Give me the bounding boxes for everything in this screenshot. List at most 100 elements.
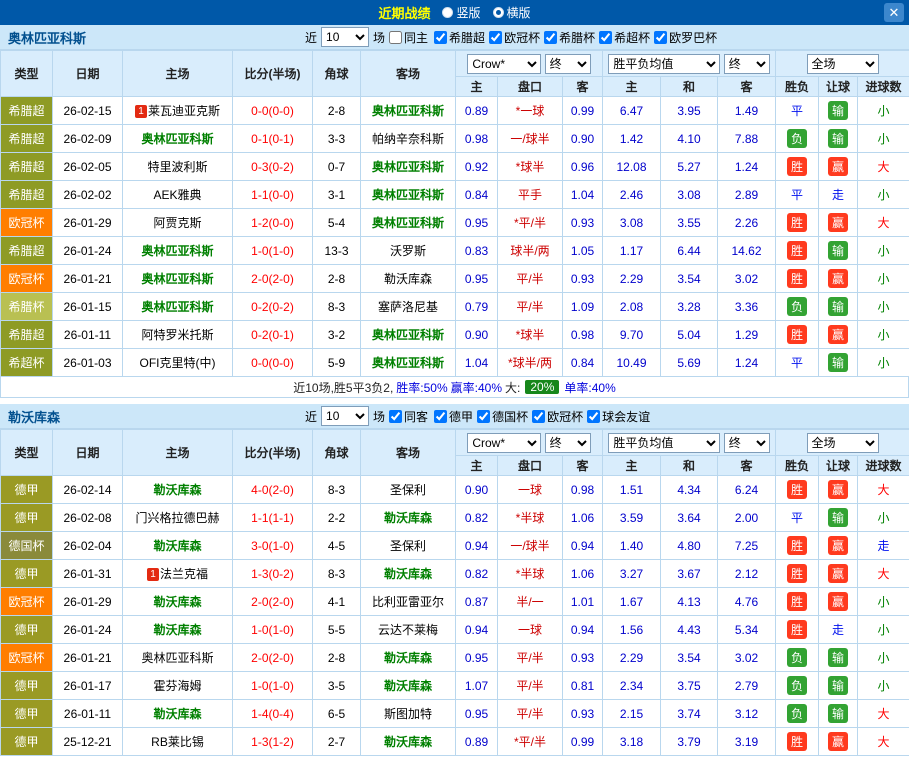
home-team-name[interactable]: OFI克里特(中) bbox=[140, 356, 216, 370]
recent-count-select[interactable]: 10 bbox=[321, 406, 369, 426]
league-filter[interactable]: 希腊杯 bbox=[544, 29, 595, 46]
games-label: 场 bbox=[373, 29, 385, 46]
league-filter-checkbox[interactable] bbox=[434, 410, 447, 423]
same-side-checkbox[interactable] bbox=[389, 410, 402, 423]
asian-away-odds: 0.94 bbox=[563, 532, 603, 560]
away-team-name[interactable]: 圣保利 bbox=[390, 483, 426, 497]
away-team-name[interactable]: 勒沃库森 bbox=[384, 651, 432, 665]
league-filter[interactable]: 希腊超 bbox=[434, 29, 485, 46]
match-row: 希腊超 26-02-05 特里波利斯 0-3(0-2) 0-7 奥林匹亚科斯 0… bbox=[1, 153, 909, 181]
league-filter[interactable]: 德甲 bbox=[434, 408, 473, 425]
goals-cell: 小 bbox=[858, 504, 909, 532]
away-team-name[interactable]: 勒沃库森 bbox=[384, 272, 432, 286]
europe-odds-select[interactable]: 胜平负均值 bbox=[608, 54, 720, 74]
home-team-name[interactable]: AEK雅典 bbox=[153, 188, 201, 202]
col-score: 比分(半场) bbox=[233, 430, 313, 476]
away-team-name[interactable]: 奥林匹亚科斯 bbox=[372, 328, 444, 342]
goals-tag: 小 bbox=[878, 300, 890, 314]
home-team-name[interactable]: 莱瓦迪亚克斯 bbox=[148, 104, 220, 118]
league-filter-checkbox[interactable] bbox=[477, 410, 490, 423]
away-team-name[interactable]: 圣保利 bbox=[390, 539, 426, 553]
asian-home-odds: 1.04 bbox=[456, 349, 498, 377]
away-team-name[interactable]: 奥林匹亚科斯 bbox=[372, 188, 444, 202]
match-row: 欧冠杯 26-01-29 勒沃库森 2-0(2-0) 4-1 比利亚雷亚尔 0.… bbox=[1, 588, 909, 616]
league-filter[interactable]: 希超杯 bbox=[599, 29, 650, 46]
away-team-name[interactable]: 勒沃库森 bbox=[384, 735, 432, 749]
away-team-name[interactable]: 勒沃库森 bbox=[384, 511, 432, 525]
scope-select[interactable]: 全场 bbox=[807, 54, 879, 74]
league-filter[interactable]: 球会友谊 bbox=[587, 408, 650, 425]
asian-away-odds: 0.99 bbox=[563, 728, 603, 756]
away-team-name[interactable]: 云达不莱梅 bbox=[378, 623, 438, 637]
recent-count-select[interactable]: 10 bbox=[321, 27, 369, 47]
away-team-name[interactable]: 塞萨洛尼基 bbox=[378, 300, 438, 314]
europe-time-select[interactable]: 终 bbox=[724, 433, 770, 453]
handicap-result-tag: 输 bbox=[828, 704, 848, 723]
league-filter[interactable]: 欧冠杯 bbox=[532, 408, 583, 425]
home-team-name[interactable]: 勒沃库森 bbox=[153, 623, 201, 637]
layout-radio-vertical[interactable]: 竖版 bbox=[442, 4, 480, 21]
home-team-name[interactable]: 霍芬海姆 bbox=[153, 679, 201, 693]
corner-score: 0-7 bbox=[313, 153, 361, 181]
away-team-cell: 沃罗斯 bbox=[361, 237, 456, 265]
league-filter-checkbox[interactable] bbox=[489, 31, 502, 44]
home-team-name[interactable]: 奥林匹亚科斯 bbox=[141, 132, 213, 146]
away-team-name[interactable]: 奥林匹亚科斯 bbox=[372, 160, 444, 174]
league-filter[interactable]: 欧冠杯 bbox=[489, 29, 540, 46]
handicap-result-tag: 赢 bbox=[828, 480, 848, 499]
away-team-name[interactable]: 帕纳辛奈科斯 bbox=[372, 132, 444, 146]
home-team-cell: 特里波利斯 bbox=[123, 153, 233, 181]
home-team-name[interactable]: 门兴格拉德巴赫 bbox=[135, 511, 219, 525]
away-team-name[interactable]: 沃罗斯 bbox=[390, 244, 426, 258]
league-filter-checkbox[interactable] bbox=[434, 31, 447, 44]
same-side-filter[interactable]: 同客 bbox=[389, 408, 428, 425]
odds-company-select[interactable]: Crow* bbox=[467, 54, 541, 74]
home-team-name[interactable]: 奥林匹亚科斯 bbox=[141, 244, 213, 258]
away-team-name[interactable]: 奥林匹亚科斯 bbox=[372, 104, 444, 118]
europe-time-select[interactable]: 终 bbox=[724, 54, 770, 74]
league-filter-checkbox[interactable] bbox=[544, 31, 557, 44]
asian-home-odds: 0.98 bbox=[456, 125, 498, 153]
away-team-name[interactable]: 勒沃库森 bbox=[384, 679, 432, 693]
away-team-name[interactable]: 奥林匹亚科斯 bbox=[372, 216, 444, 230]
home-team-name[interactable]: 阿贾克斯 bbox=[153, 216, 201, 230]
home-team-name[interactable]: 勒沃库森 bbox=[153, 539, 201, 553]
scope-select[interactable]: 全场 bbox=[807, 433, 879, 453]
home-team-name[interactable]: 勒沃库森 bbox=[153, 707, 201, 721]
away-team-name[interactable]: 比利亚雷亚尔 bbox=[372, 595, 444, 609]
league-filter-checkbox[interactable] bbox=[532, 410, 545, 423]
home-team-name[interactable]: 奥林匹亚科斯 bbox=[141, 300, 213, 314]
league-filter-checkbox[interactable] bbox=[587, 410, 600, 423]
home-team-name[interactable]: 奥林匹亚科斯 bbox=[141, 651, 213, 665]
same-side-filter[interactable]: 同主 bbox=[389, 29, 428, 46]
league-filter[interactable]: 欧罗巴杯 bbox=[654, 29, 717, 46]
same-side-checkbox[interactable] bbox=[389, 31, 402, 44]
home-team-name[interactable]: 奥林匹亚科斯 bbox=[141, 272, 213, 286]
home-team-name[interactable]: 阿特罗米托斯 bbox=[141, 328, 213, 342]
result-cell: 胜 bbox=[776, 476, 819, 504]
home-team-cell: 阿特罗米托斯 bbox=[123, 321, 233, 349]
radio-horizontal-icon[interactable] bbox=[493, 7, 504, 18]
away-team-name[interactable]: 奥林匹亚科斯 bbox=[372, 356, 444, 370]
asian-time-select[interactable]: 终 bbox=[545, 433, 591, 453]
result-tag: 胜 bbox=[787, 269, 807, 288]
home-team-name[interactable]: 勒沃库森 bbox=[153, 595, 201, 609]
home-team-name[interactable]: 勒沃库森 bbox=[153, 483, 201, 497]
asian-home-odds: 0.84 bbox=[456, 181, 498, 209]
europe-odds-select[interactable]: 胜平负均值 bbox=[608, 433, 720, 453]
home-team-name[interactable]: RB莱比锡 bbox=[151, 735, 204, 749]
layout-radio-horizontal[interactable]: 横版 bbox=[493, 4, 531, 21]
league-filter-checkbox[interactable] bbox=[599, 31, 612, 44]
league-filter[interactable]: 德国杯 bbox=[477, 408, 528, 425]
away-team-name[interactable]: 勒沃库森 bbox=[384, 567, 432, 581]
asian-time-select[interactable]: 终 bbox=[545, 54, 591, 74]
home-team-name[interactable]: 特里波利斯 bbox=[147, 160, 207, 174]
odds-company-select[interactable]: Crow* bbox=[467, 433, 541, 453]
home-team-name[interactable]: 法兰克福 bbox=[160, 567, 208, 581]
radio-vertical-icon[interactable] bbox=[442, 7, 453, 18]
away-team-name[interactable]: 斯图加特 bbox=[384, 707, 432, 721]
close-icon[interactable]: ✕ bbox=[884, 3, 904, 22]
goals-tag: 大 bbox=[878, 567, 890, 581]
result-cell: 胜 bbox=[776, 728, 819, 756]
league-filter-checkbox[interactable] bbox=[654, 31, 667, 44]
